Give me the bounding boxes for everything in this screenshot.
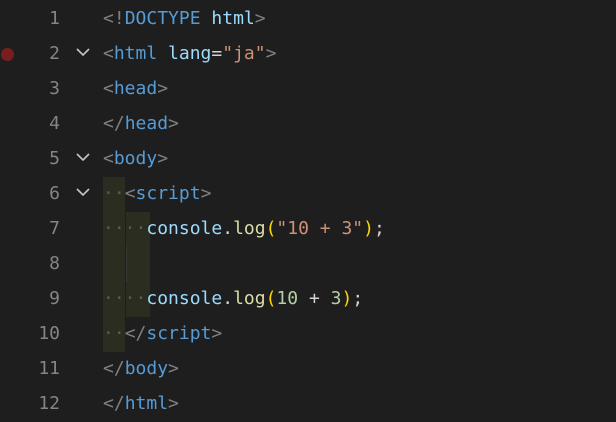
code-text[interactable]: </head> bbox=[103, 113, 179, 135]
code-line[interactable]: 9 ····console.log(10 + 3); bbox=[0, 282, 616, 317]
line-number: 9 bbox=[49, 288, 60, 309]
code-editor[interactable]: 1 <!DOCTYPE html> 2 <html lang="ja"> 3 <… bbox=[0, 0, 616, 422]
line-number: 3 bbox=[49, 78, 60, 99]
line-number: 1 bbox=[49, 8, 60, 29]
line-number: 4 bbox=[49, 113, 60, 134]
code-line[interactable]: 3 <head> bbox=[0, 72, 616, 107]
code-line[interactable]: 7 ····console.log("10 + 3"); bbox=[0, 212, 616, 247]
code-line[interactable]: 2 <html lang="ja"> bbox=[0, 37, 616, 72]
line-number: 6 bbox=[49, 183, 60, 204]
code-line[interactable]: 6 ··<script> bbox=[0, 177, 616, 212]
code-line[interactable]: 12 </html> bbox=[0, 387, 616, 422]
code-text[interactable]: </body> bbox=[103, 358, 179, 380]
line-number: 2 bbox=[49, 43, 60, 64]
code-line[interactable]: 5 <body> bbox=[0, 142, 616, 177]
breakpoint-icon[interactable] bbox=[1, 48, 14, 61]
code-text[interactable]: <head> bbox=[103, 78, 168, 100]
code-line[interactable]: 10 ··</script> bbox=[0, 317, 616, 352]
code-text[interactable]: ····console.log("10 + 3"); bbox=[103, 218, 385, 240]
chevron-down-icon[interactable] bbox=[74, 43, 92, 61]
code-text[interactable]: ··<script> bbox=[103, 183, 211, 205]
line-number: 10 bbox=[38, 323, 60, 344]
code-text[interactable]: <body> bbox=[103, 148, 168, 170]
code-text[interactable]: <html lang="ja"> bbox=[103, 43, 276, 65]
chevron-down-icon[interactable] bbox=[74, 148, 92, 166]
line-number: 11 bbox=[38, 358, 60, 379]
line-number: 7 bbox=[49, 218, 60, 239]
code-line[interactable]: 4 </head> bbox=[0, 107, 616, 142]
code-text[interactable]: </html> bbox=[103, 393, 179, 415]
code-text[interactable]: ····console.log(10 + 3); bbox=[103, 288, 363, 310]
line-number: 12 bbox=[38, 393, 60, 414]
line-number: 8 bbox=[49, 253, 60, 274]
code-line[interactable]: 8 bbox=[0, 247, 616, 282]
code-line[interactable]: 1 <!DOCTYPE html> bbox=[0, 2, 616, 37]
line-number: 5 bbox=[49, 148, 60, 169]
code-text[interactable]: ··</script> bbox=[103, 323, 222, 345]
chevron-down-icon[interactable] bbox=[74, 183, 92, 201]
code-text[interactable]: <!DOCTYPE html> bbox=[103, 8, 266, 30]
code-line[interactable]: 11 </body> bbox=[0, 352, 616, 387]
